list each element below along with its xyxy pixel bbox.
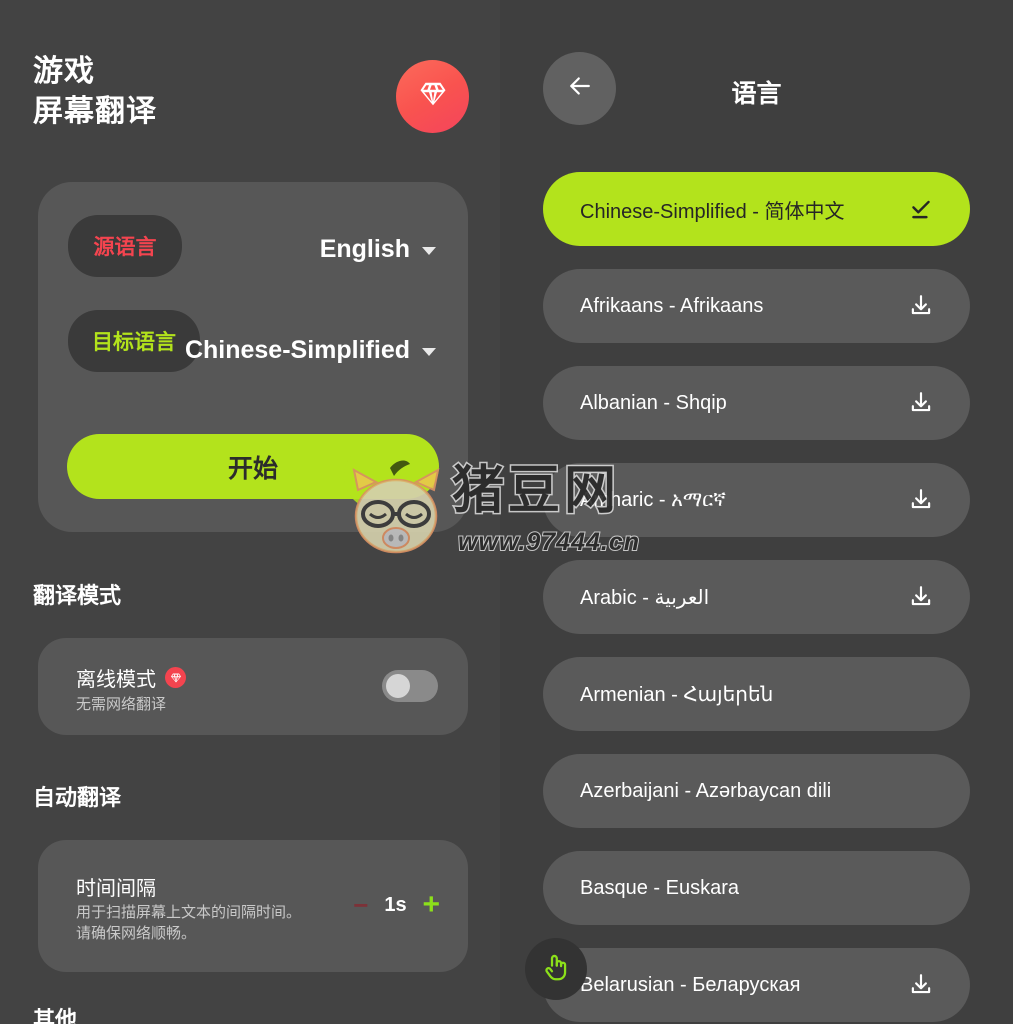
diamond-icon (418, 79, 448, 114)
settings-panel: 游戏 屏幕翻译 源语言 English 目标语言 Chinese-Simplif… (0, 0, 500, 1024)
time-interval-card: 时间间隔 用于扫描屏幕上文本的间隔时间。 请确保网络顺畅。 − 1s + (38, 840, 468, 972)
app-title-line1: 游戏 (33, 55, 95, 88)
language-list: Chinese-Simplified - 简体中文 Afrikaans - Afr… (500, 172, 1013, 1024)
language-list-panel: 语言 Chinese-Simplified - 简体中文 Afrikaans - … (500, 0, 1013, 1024)
interval-decrement-button[interactable]: − (353, 892, 368, 918)
language-row-label: Belarusian - Беларуская (580, 973, 801, 996)
other-heading: 其他 (33, 1007, 78, 1024)
download-done-icon (908, 196, 934, 222)
premium-button[interactable] (396, 60, 469, 133)
source-chip-label: 源语言 (93, 236, 157, 259)
language-row-label: Basque - Euskara (580, 876, 739, 899)
download-icon[interactable] (908, 972, 934, 998)
language-row[interactable]: Azerbaijani - Azərbaycan dili (543, 754, 970, 828)
offline-mode-card: 离线模式 无需网络翻译 (38, 638, 468, 735)
diamond-badge-icon (165, 667, 186, 688)
time-interval-subtitle: 用于扫描屏幕上文本的间隔时间。 请确保网络顺畅。 (76, 902, 301, 944)
offline-mode-subtitle: 无需网络翻译 (76, 696, 167, 713)
interval-increment-button[interactable]: + (422, 890, 440, 920)
language-row-label: Albanian - Shqip (580, 391, 727, 414)
touch-app-icon (540, 951, 572, 988)
offline-mode-toggle[interactable] (382, 670, 438, 702)
chevron-down-icon (422, 348, 436, 356)
interval-value: 1s (384, 893, 407, 916)
language-row-label: Azerbaijani - Azərbaycan dili (580, 779, 832, 802)
auto-translate-heading: 自动翻译 (33, 785, 122, 810)
target-language-chip[interactable]: 目标语言 (68, 310, 200, 372)
language-row[interactable]: Afrikaans - Afrikaans (543, 269, 970, 343)
download-icon[interactable] (908, 390, 934, 416)
page-title: 游戏 屏幕翻译 (33, 52, 157, 132)
language-row[interactable]: Chinese-Simplified - 简体中文 (543, 172, 970, 246)
language-row-label: Arabic - العربية (580, 586, 710, 609)
interval-stepper: − 1s + (353, 890, 440, 920)
language-row[interactable]: Arabic - العربية (543, 560, 970, 634)
source-language-chip[interactable]: 源语言 (68, 215, 182, 277)
source-language-dropdown[interactable]: English (320, 235, 436, 264)
language-row[interactable]: Armenian - Հայերեն (543, 657, 970, 731)
download-icon[interactable] (908, 487, 934, 513)
language-row[interactable]: Albanian - Shqip (543, 366, 970, 440)
offline-mode-label: 离线模式 (76, 669, 156, 691)
chevron-down-icon (422, 247, 436, 255)
target-language-dropdown[interactable]: Chinese-Simplified (185, 336, 436, 365)
language-panel-title: 语言 (731, 80, 782, 108)
offline-mode-title-row: 离线模式 (76, 663, 186, 692)
language-row-label: Armenian - Հայերեն (580, 683, 774, 706)
time-interval-subtitle-line2: 请确保网络顺畅。 (76, 925, 197, 942)
time-interval-subtitle-line1: 用于扫描屏幕上文本的间隔时间。 (76, 904, 302, 921)
app-root: 游戏 屏幕翻译 源语言 English 目标语言 Chinese-Simplif… (0, 0, 1013, 1024)
language-row-label: Chinese-Simplified - 简体中文 (580, 200, 845, 223)
start-button[interactable]: 开始 (67, 434, 439, 499)
language-row[interactable]: Basque - Euskara (543, 851, 970, 925)
language-row[interactable]: Amharic - አማርኛ (543, 463, 970, 537)
download-icon[interactable] (908, 293, 934, 319)
touch-gesture-button[interactable] (525, 938, 587, 1000)
language-row[interactable]: Belarusian - Беларуская (543, 948, 970, 1022)
source-language-value: English (319, 235, 410, 263)
language-row-label: Amharic - አማርኛ (580, 488, 726, 511)
time-interval-label: 时间间隔 (76, 878, 156, 900)
toggle-knob (386, 674, 410, 698)
language-row-label: Afrikaans - Afrikaans (580, 294, 764, 317)
download-icon[interactable] (908, 584, 934, 610)
app-title-line2: 屏幕翻译 (33, 95, 157, 128)
target-chip-label: 目标语言 (92, 331, 176, 354)
language-selection-card: 源语言 English 目标语言 Chinese-Simplified 开始 (38, 182, 468, 532)
time-interval-title-row: 时间间隔 (76, 872, 156, 901)
target-language-value: Chinese-Simplified (184, 336, 410, 364)
translation-mode-heading: 翻译模式 (33, 583, 122, 608)
